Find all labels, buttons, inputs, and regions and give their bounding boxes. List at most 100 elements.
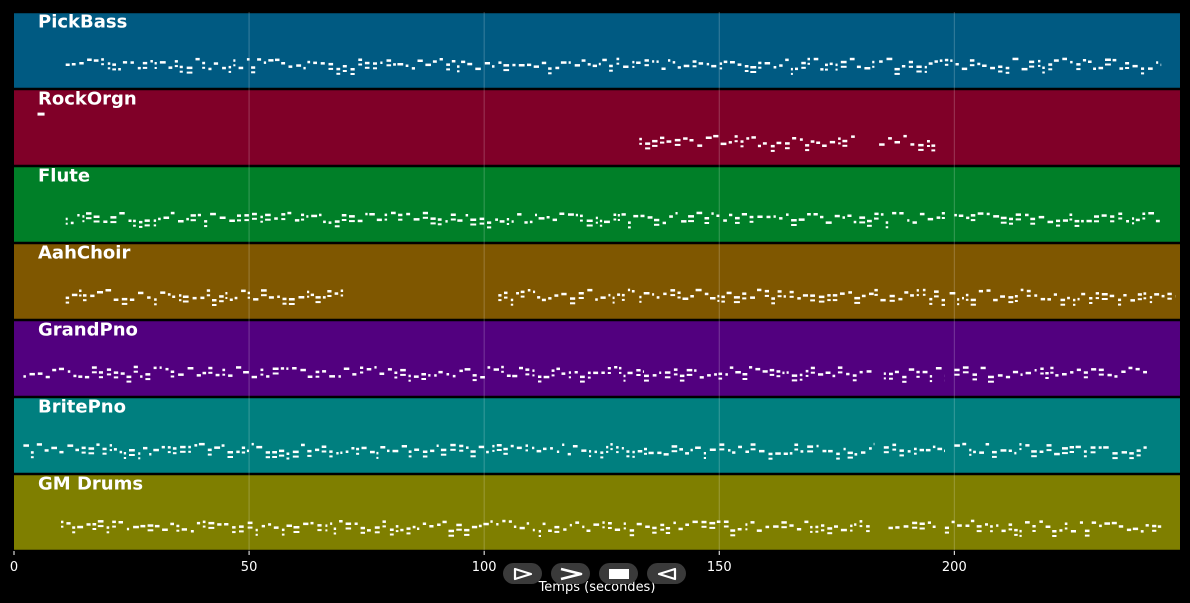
note: [847, 456, 853, 459]
note: [440, 453, 447, 456]
note: [621, 447, 624, 450]
note: [503, 452, 508, 455]
note: [542, 522, 546, 526]
note: [985, 443, 990, 446]
note: [448, 534, 454, 537]
note: [472, 379, 477, 382]
note: [1034, 294, 1038, 297]
note: [61, 520, 64, 524]
note: [446, 373, 450, 376]
note: [96, 443, 100, 446]
note: [636, 374, 641, 376]
note: [601, 371, 605, 374]
note: [632, 60, 635, 64]
note: [927, 217, 934, 221]
note: [172, 452, 177, 455]
note: [883, 446, 889, 449]
stop-button[interactable]: [599, 563, 638, 584]
note: [516, 292, 519, 295]
fast-forward-button[interactable]: [551, 563, 590, 584]
note: [207, 448, 212, 452]
note: [818, 373, 824, 376]
note: [154, 524, 160, 528]
note: [662, 221, 666, 225]
note: [525, 368, 530, 371]
note: [389, 533, 394, 536]
note: [1090, 446, 1096, 449]
note: [147, 296, 151, 299]
note: [703, 457, 706, 459]
note: [260, 215, 263, 219]
note: [674, 143, 681, 146]
note: [602, 521, 605, 524]
note: [632, 455, 635, 458]
note: [93, 59, 99, 62]
note: [97, 291, 103, 294]
note: [506, 374, 511, 377]
note: [273, 526, 279, 529]
note: [711, 64, 717, 68]
note: [408, 455, 412, 458]
track-grandpno: [14, 321, 1180, 396]
note: [1038, 215, 1045, 219]
note: [233, 59, 236, 62]
note: [384, 213, 388, 217]
note: [745, 523, 748, 526]
note: [464, 368, 471, 371]
note: [1009, 222, 1013, 225]
note: [71, 63, 76, 66]
note: [1141, 67, 1145, 70]
note: [828, 449, 833, 453]
rewind-button[interactable]: [647, 563, 686, 584]
note: [749, 366, 753, 369]
note: [677, 296, 681, 299]
note: [595, 298, 598, 301]
note: [977, 62, 981, 66]
note: [219, 216, 226, 219]
note: [730, 534, 736, 537]
note: [315, 375, 320, 378]
note: [334, 220, 340, 223]
note: [690, 448, 693, 452]
note: [673, 521, 676, 525]
note: [336, 67, 341, 71]
note: [1112, 452, 1118, 455]
note: [112, 63, 116, 66]
note: [327, 295, 332, 297]
note: [1093, 67, 1096, 70]
note: [376, 456, 379, 459]
note: [315, 296, 321, 299]
note: [525, 373, 530, 376]
note: [664, 376, 671, 379]
note: [623, 527, 626, 530]
note: [1136, 449, 1141, 452]
note: [503, 447, 508, 451]
note: [429, 525, 434, 528]
note: [1029, 60, 1035, 64]
note: [843, 447, 846, 451]
note: [706, 62, 710, 66]
note: [614, 528, 621, 531]
note: [1098, 373, 1104, 376]
note: [595, 221, 598, 224]
note: [1069, 451, 1074, 453]
note: [268, 59, 274, 62]
note: [740, 140, 744, 143]
note: [907, 219, 910, 222]
note: [810, 371, 815, 374]
play-button[interactable]: [503, 563, 542, 584]
note: [816, 444, 819, 448]
x-axis-ticks: 0 50 100 150 200: [10, 551, 967, 575]
note: [632, 450, 635, 454]
note: [613, 218, 617, 221]
note: [422, 522, 427, 525]
note: [1114, 375, 1118, 378]
note: [102, 447, 107, 451]
note: [899, 454, 904, 457]
note: [495, 218, 498, 221]
note: [260, 373, 264, 376]
note: [568, 376, 571, 379]
note: [773, 525, 779, 528]
note: [1076, 368, 1081, 372]
note: [472, 374, 477, 377]
